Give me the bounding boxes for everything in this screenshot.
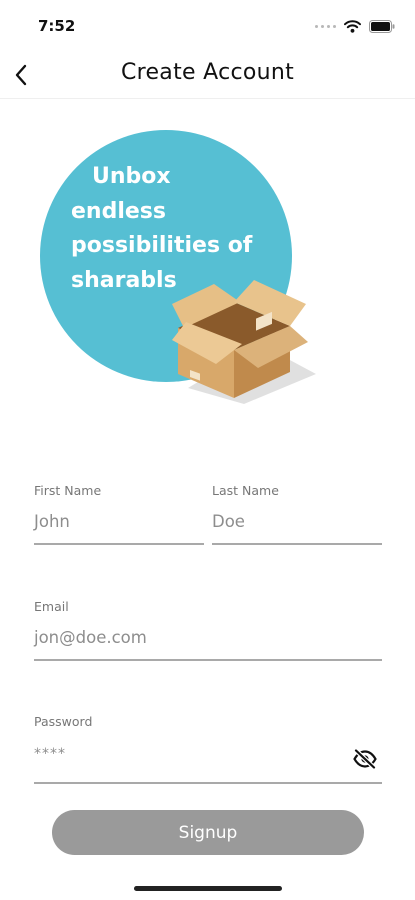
- password-underline: [34, 782, 382, 784]
- status-icons: [315, 18, 395, 34]
- password-label: Password: [34, 714, 93, 729]
- status-bar: 7:52: [0, 0, 415, 52]
- page-title: Create Account: [120, 60, 295, 85]
- last-name-underline: [212, 543, 382, 545]
- email-underline: [34, 659, 382, 661]
- email-input[interactable]: jon@doe.com: [34, 628, 147, 647]
- hero-line: possibilities of: [71, 233, 253, 258]
- first-name-underline: [34, 543, 204, 545]
- signal-icon: [315, 24, 336, 28]
- first-name-label: First Name: [34, 483, 102, 498]
- status-time: 7:52: [38, 17, 76, 35]
- signup-label: Signup: [178, 822, 238, 843]
- last-name-label: Last Name: [212, 483, 279, 498]
- email-label: Email: [34, 599, 69, 614]
- open-box-illustration: [172, 280, 316, 404]
- wifi-icon: [344, 19, 361, 33]
- password-visibility-toggle[interactable]: [352, 746, 378, 772]
- hero-banner: Unbox endless possibilities of sharabls: [40, 130, 330, 410]
- signup-button[interactable]: Signup: [52, 810, 364, 855]
- battery-icon: [369, 19, 395, 33]
- last-name-input[interactable]: Doe: [212, 512, 245, 531]
- eye-slash-icon: [353, 749, 377, 769]
- home-indicator[interactable]: [134, 886, 282, 891]
- nav-bar: Create Account: [0, 52, 415, 99]
- password-input[interactable]: ****: [34, 746, 66, 762]
- first-name-input[interactable]: John: [34, 512, 70, 531]
- hero-line: endless: [71, 198, 166, 224]
- hero-line: Unbox: [92, 164, 171, 189]
